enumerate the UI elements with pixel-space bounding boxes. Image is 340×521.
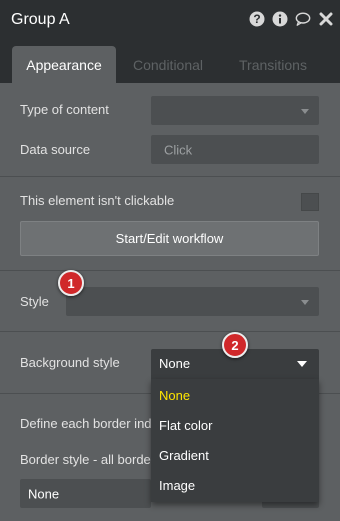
data-source-label: Data source bbox=[20, 142, 91, 157]
style-select[interactable] bbox=[66, 287, 319, 316]
chevron-down-icon bbox=[297, 361, 307, 367]
comment-icon[interactable] bbox=[295, 11, 311, 27]
type-of-content-select[interactable] bbox=[151, 96, 319, 125]
background-style-label: Background style bbox=[20, 355, 120, 370]
element-title[interactable]: Group A bbox=[11, 11, 70, 29]
style-label: Style bbox=[20, 294, 49, 309]
background-style-value: None bbox=[159, 356, 191, 371]
chevron-down-icon bbox=[301, 299, 309, 305]
dropdown-option-flat-color[interactable]: Flat color bbox=[159, 418, 212, 433]
window-header: Group A ? bbox=[0, 0, 340, 40]
data-source-field[interactable]: Click bbox=[151, 135, 319, 164]
dropdown-option-image[interactable]: Image bbox=[159, 478, 195, 493]
info-icon[interactable] bbox=[272, 11, 288, 27]
border-independent-label: Define each border inde bbox=[20, 416, 159, 431]
border-style-label: Border style - all border bbox=[20, 452, 156, 467]
svg-text:?: ? bbox=[253, 12, 260, 26]
tab-appearance[interactable]: Appearance bbox=[12, 46, 116, 83]
dropdown-option-gradient[interactable]: Gradient bbox=[159, 448, 209, 463]
divider bbox=[0, 270, 340, 271]
help-icon[interactable]: ? bbox=[249, 11, 265, 27]
tab-transitions[interactable]: Transitions bbox=[228, 46, 318, 83]
not-clickable-label: This element isn't clickable bbox=[20, 193, 175, 208]
tab-bar: Appearance Conditional Transitions bbox=[0, 40, 340, 83]
tab-conditional[interactable]: Conditional bbox=[124, 46, 212, 83]
divider bbox=[0, 176, 340, 177]
annotation-badge-2: 2 bbox=[222, 332, 248, 358]
dropdown-option-none[interactable]: None bbox=[159, 388, 190, 403]
start-edit-workflow-button[interactable]: Start/Edit workflow bbox=[20, 221, 319, 256]
chevron-down-icon bbox=[301, 108, 309, 114]
border-style-select[interactable]: None bbox=[20, 479, 151, 508]
divider bbox=[0, 331, 340, 332]
type-of-content-label: Type of content bbox=[20, 102, 109, 117]
background-style-dropdown: None Flat color Gradient Image bbox=[151, 379, 319, 502]
annotation-badge-1: 1 bbox=[58, 270, 84, 296]
data-source-placeholder: Click bbox=[164, 142, 193, 157]
not-clickable-checkbox[interactable] bbox=[301, 193, 319, 211]
close-icon[interactable] bbox=[318, 11, 334, 27]
border-style-value: None bbox=[28, 486, 60, 501]
header-actions: ? bbox=[249, 11, 334, 27]
